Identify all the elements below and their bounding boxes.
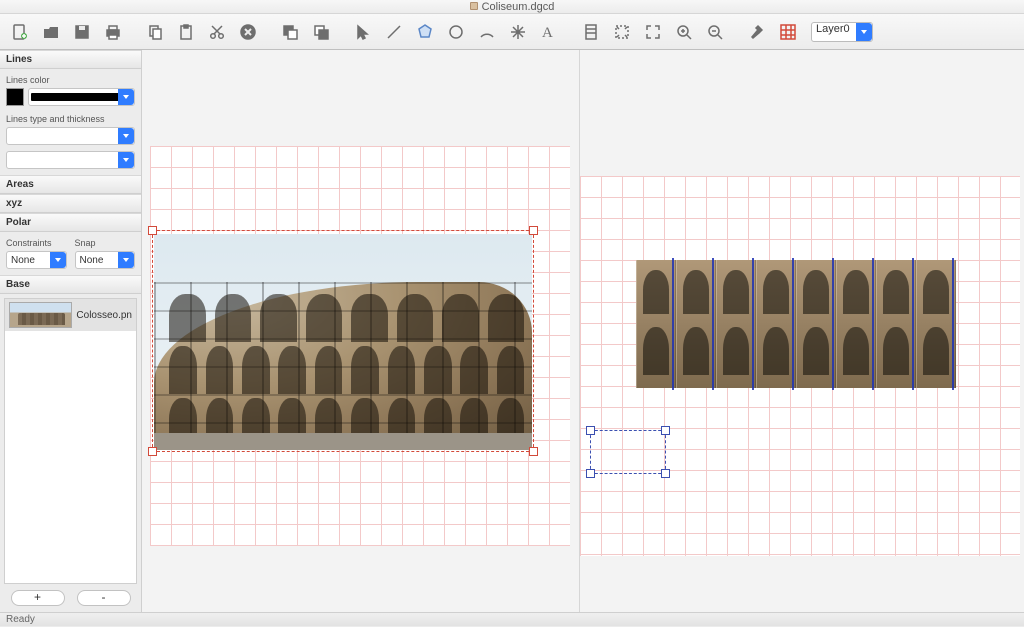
cut-button[interactable]: [203, 18, 231, 46]
copy-button[interactable]: [141, 18, 169, 46]
chevron-down-icon: [118, 89, 134, 105]
zoom-in-button[interactable]: [670, 18, 698, 46]
canvas-right-pane[interactable]: [580, 50, 1024, 612]
panel-xyz-head[interactable]: xyz: [0, 194, 141, 213]
selection-box[interactable]: [152, 230, 534, 452]
snap-label: Snap: [75, 238, 136, 248]
lines-thickness-select[interactable]: [6, 151, 135, 169]
window-titlebar: Coliseum.dgcd: [0, 0, 1024, 14]
svg-text:A: A: [542, 25, 553, 41]
base-item-name: Colosseo.pn: [76, 310, 132, 321]
panel-polar-head[interactable]: Polar: [0, 213, 141, 232]
star-tool[interactable]: [504, 18, 532, 46]
save-button[interactable]: [68, 18, 96, 46]
fit-screen-button[interactable]: [639, 18, 667, 46]
selection-box[interactable]: [590, 430, 666, 474]
chevron-down-icon: [118, 128, 134, 144]
constraints-select[interactable]: None: [6, 251, 67, 269]
base-add-button[interactable]: +: [11, 590, 65, 606]
base-image-list[interactable]: Colosseo.pn: [4, 298, 137, 584]
main-toolbar: A Layer0: [0, 14, 1024, 50]
new-doc-button[interactable]: [6, 18, 34, 46]
snap-select[interactable]: None: [75, 251, 136, 269]
hammer-button[interactable]: [743, 18, 771, 46]
layer-select-value: Layer0: [816, 23, 850, 35]
chevron-down-icon: [856, 23, 872, 41]
base-thumbnail: [9, 302, 72, 328]
resize-handle[interactable]: [661, 469, 670, 478]
window-title: Coliseum.dgcd: [482, 1, 555, 13]
print-button[interactable]: [99, 18, 127, 46]
panel-lines-head[interactable]: Lines: [0, 50, 141, 69]
chevron-down-icon: [50, 252, 66, 268]
resize-handle[interactable]: [148, 447, 157, 456]
render-strip[interactable]: [636, 260, 956, 388]
zoom-out-button[interactable]: [701, 18, 729, 46]
paste-button[interactable]: [172, 18, 200, 46]
pointer-tool[interactable]: [349, 18, 377, 46]
lines-color-label: Lines color: [6, 75, 135, 85]
delete-button[interactable]: [234, 18, 262, 46]
resize-handle[interactable]: [586, 469, 595, 478]
bring-front-button[interactable]: [307, 18, 335, 46]
resize-handle[interactable]: [586, 426, 595, 435]
panel-areas-head[interactable]: Areas: [0, 175, 141, 194]
lines-color-swatch[interactable]: [6, 88, 24, 106]
open-button[interactable]: [37, 18, 65, 46]
lines-type-label: Lines type and thickness: [6, 114, 135, 124]
send-back-button[interactable]: [276, 18, 304, 46]
sheet-button[interactable]: [577, 18, 605, 46]
resize-handle[interactable]: [529, 226, 538, 235]
layer-select[interactable]: Layer0: [811, 22, 873, 42]
grid-toggle-button[interactable]: [774, 18, 802, 46]
lines-type-select[interactable]: [6, 127, 135, 145]
list-item[interactable]: Colosseo.pn: [5, 299, 136, 331]
canvas-left-pane[interactable]: [142, 50, 580, 612]
status-text: Ready: [6, 614, 35, 625]
polygon-tool[interactable]: [411, 18, 439, 46]
canvas-area: [142, 50, 1024, 612]
circle-tool[interactable]: [442, 18, 470, 46]
resize-handle[interactable]: [661, 426, 670, 435]
arc-tool[interactable]: [473, 18, 501, 46]
status-bar: Ready: [0, 612, 1024, 626]
text-tool[interactable]: A: [535, 18, 563, 46]
base-remove-button[interactable]: -: [77, 590, 131, 606]
resize-handle[interactable]: [529, 447, 538, 456]
chevron-down-icon: [118, 252, 134, 268]
chevron-down-icon: [118, 152, 134, 168]
constraints-label: Constraints: [6, 238, 67, 248]
fit-page-button[interactable]: [608, 18, 636, 46]
document-icon: [470, 2, 478, 10]
resize-handle[interactable]: [148, 226, 157, 235]
panel-base-head[interactable]: Base: [0, 275, 141, 294]
sidebar: Lines Lines color Lines type and thickne…: [0, 50, 142, 612]
line-tool[interactable]: [380, 18, 408, 46]
lines-color-select[interactable]: [28, 88, 135, 106]
